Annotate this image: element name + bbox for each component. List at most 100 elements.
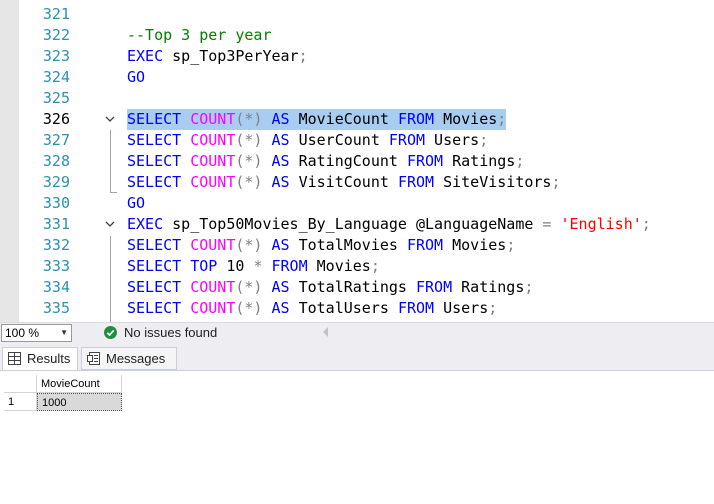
sql-keyword-token: AS (271, 278, 290, 296)
code-line[interactable]: 333 SELECT TOP 10 * FROM Movies; (0, 256, 714, 277)
sql-operator-token: ; (641, 215, 651, 233)
sql-keyword-token: SELECT (127, 299, 182, 317)
sql-plain-token (262, 173, 271, 191)
zoom-value: 100 % (5, 326, 40, 340)
code-line[interactable]: 334 SELECT COUNT(*) AS TotalRatings FROM … (0, 277, 714, 298)
code-line[interactable]: 325 (0, 88, 714, 109)
zoom-dropdown[interactable]: 100 % ▼ (1, 324, 72, 342)
code-text: SELECT COUNT(*) AS TotalUsers FROM Users… (127, 298, 497, 319)
sql-plain-token: Users (434, 299, 489, 317)
line-number: 333 (42, 257, 70, 275)
line-number: 325 (42, 89, 70, 107)
sql-plain-token: Movies (434, 110, 498, 128)
sql-keyword-token: AS (271, 299, 290, 317)
sql-function-token: COUNT (190, 173, 236, 191)
sql-operator-token: (*) (235, 131, 263, 149)
issues-status-text[interactable]: No issues found (124, 323, 217, 343)
code-text: SELECT COUNT(*) AS RatingCount FROM Rati… (127, 151, 524, 172)
sql-operator-token: (*) (235, 299, 263, 317)
code-line[interactable]: 332 SELECT COUNT(*) AS TotalMovies FROM M… (0, 235, 714, 256)
tab-results[interactable]: Results (2, 347, 78, 370)
sql-keyword-token: FROM (271, 257, 308, 275)
code-text: SELECT COUNT(*) AS UserCount FROM Users; (127, 130, 488, 151)
line-number: 332 (42, 236, 70, 254)
line-number: 329 (42, 173, 70, 191)
line-number: 323 (42, 47, 70, 65)
sql-keyword-token: EXEC (127, 47, 164, 65)
sql-plain-token: RatingCount (289, 152, 407, 170)
sql-operator-token: ; (551, 173, 561, 191)
fold-guide-end (110, 192, 117, 193)
sql-plain-token (181, 110, 190, 128)
fold-guide-line (110, 236, 111, 322)
grid-cell-moviecount[interactable]: 1000 (37, 393, 122, 411)
sql-function-token: COUNT (190, 236, 236, 254)
sql-plain-token: MovieCount (289, 110, 398, 128)
results-pane: Results Messages MovieCount 1 1000 (0, 343, 714, 504)
sql-plain-token (262, 110, 271, 128)
line-number: 335 (42, 299, 70, 317)
code-text: EXEC sp_Top3PerYear; (127, 46, 308, 67)
sql-plain-token: TotalMovies (289, 236, 407, 254)
sql-plain-token (262, 131, 271, 149)
code-line[interactable]: 324 GO (0, 67, 714, 88)
grid-column-header[interactable]: MovieCount (37, 375, 122, 393)
line-number: 321 (42, 5, 70, 23)
line-number: 326 (42, 110, 70, 128)
grid-row-number[interactable]: 1 (4, 393, 37, 411)
line-number: 328 (42, 152, 70, 170)
line-number: 327 (42, 131, 70, 149)
code-text: SELECT COUNT(*) AS TotalRatings FROM Rat… (127, 277, 533, 298)
code-line[interactable]: 331 EXEC sp_Top50Movies_By_Language @Lang… (0, 214, 714, 235)
sql-plain-token: TotalRatings (289, 278, 416, 296)
tab-results-label: Results (27, 351, 71, 366)
sql-plain-token: Movies (307, 257, 371, 275)
code-line[interactable]: 328 SELECT COUNT(*) AS RatingCount FROM R… (0, 151, 714, 172)
code-line[interactable]: 330 GO (0, 193, 714, 214)
sql-operator-token: ; (488, 299, 498, 317)
sql-editor[interactable]: 321 322 --Top 3 per year 323 EXEC sp_Top3Per… (0, 0, 714, 322)
grid-corner-cell[interactable] (4, 375, 37, 393)
code-text: EXEC sp_Top50Movies_By_Language @Languag… (127, 214, 651, 235)
code-line[interactable]: 321 (0, 4, 714, 25)
sql-keyword-token: EXEC (127, 215, 164, 233)
code-line[interactable]: 326 SELECT COUNT(*) AS MovieCount FROM Mo… (0, 109, 714, 130)
line-number: 331 (42, 215, 70, 233)
code-line[interactable]: 323 EXEC sp_Top3PerYear; (0, 46, 714, 67)
code-text: SELECT COUNT(*) AS TotalMovies FROM Movi… (127, 235, 515, 256)
check-circle-icon (104, 326, 117, 339)
sql-keyword-token: AS (271, 110, 290, 128)
code-line[interactable]: 327 SELECT COUNT(*) AS UserCount FROM Use… (0, 130, 714, 151)
sql-plain-token (181, 131, 190, 149)
sql-function-token: COUNT (190, 278, 236, 296)
sql-keyword-token: SELECT (127, 278, 182, 296)
sql-plain-token: sp_Top3PerYear (163, 47, 299, 65)
sql-operator-token: (*) (235, 110, 263, 128)
fold-chevron-down-icon[interactable] (104, 214, 116, 235)
sql-plain-token (181, 152, 190, 170)
fold-chevron-down-icon[interactable] (104, 109, 116, 130)
sql-keyword-token: AS (271, 152, 290, 170)
sql-operator-token: ; (298, 47, 308, 65)
sql-keyword-token: FROM (397, 110, 435, 128)
sql-function-token: COUNT (190, 131, 236, 149)
sql-keyword-token: GO (127, 68, 146, 86)
code-line[interactable]: 322 --Top 3 per year (0, 25, 714, 46)
sql-operator-token: (*) (235, 278, 263, 296)
scroll-left-arrow-icon[interactable] (322, 327, 330, 337)
sql-plain-token (181, 236, 190, 254)
messages-icon (87, 352, 100, 365)
sql-keyword-token: FROM (406, 152, 444, 170)
sql-keyword-token: TOP (190, 257, 218, 275)
fold-guide-line (110, 130, 111, 192)
sql-plain-token (181, 173, 190, 191)
code-line[interactable]: 329 SELECT COUNT(*) AS VisitCount FROM Si… (0, 172, 714, 193)
editor-status-strip: 100 % ▼ No issues found (0, 322, 714, 343)
tab-messages[interactable]: Messages (81, 347, 177, 370)
code-text: --Top 3 per year (127, 25, 272, 46)
sql-plain-token: TotalUsers (289, 299, 398, 317)
sql-keyword-token: SELECT (127, 152, 182, 170)
sql-keyword-token: AS (271, 131, 290, 149)
code-line[interactable]: 335 SELECT COUNT(*) AS TotalUsers FROM Us… (0, 298, 714, 319)
sql-plain-token (262, 299, 271, 317)
